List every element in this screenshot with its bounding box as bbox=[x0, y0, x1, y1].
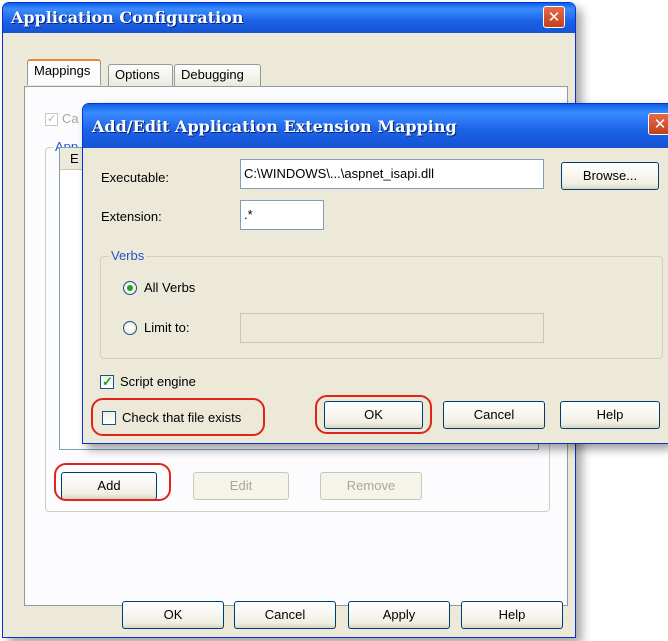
tab-options[interactable]: Options bbox=[108, 64, 173, 86]
apply-button[interactable]: Apply bbox=[348, 601, 450, 629]
dialog-help-button[interactable]: Help bbox=[560, 401, 660, 429]
limit-to-input[interactable] bbox=[240, 313, 544, 343]
remove-button[interactable]: Remove bbox=[320, 472, 422, 500]
cache-checkbox[interactable]: ✓ bbox=[45, 113, 58, 126]
executable-label: Executable: bbox=[101, 170, 169, 185]
add-edit-mapping-dialog: Add/Edit Application Extension Mapping ✕… bbox=[82, 103, 668, 444]
script-engine-checkbox[interactable]: ✓ bbox=[100, 374, 114, 389]
dialog-close-icon[interactable]: ✕ bbox=[648, 113, 668, 135]
edit-button[interactable]: Edit bbox=[193, 472, 289, 500]
limit-to-radio[interactable] bbox=[123, 321, 137, 335]
dialog-ok-button[interactable]: OK bbox=[324, 401, 423, 429]
tab-mappings[interactable]: Mappings bbox=[27, 59, 101, 85]
help-button[interactable]: Help bbox=[461, 601, 563, 629]
main-close-icon[interactable]: ✕ bbox=[543, 6, 565, 28]
cancel-button[interactable]: Cancel bbox=[234, 601, 336, 629]
script-engine-label: Script engine bbox=[120, 374, 196, 389]
all-verbs-label: All Verbs bbox=[144, 280, 196, 295]
extension-input[interactable]: .* bbox=[240, 200, 324, 230]
dialog-title-bar[interactable]: Add/Edit Application Extension Mapping ✕ bbox=[83, 104, 668, 148]
checkmark-icon: ✓ bbox=[102, 374, 113, 389]
column-header-extension[interactable]: E bbox=[70, 151, 79, 166]
limit-to-label: Limit to: bbox=[144, 320, 190, 335]
ok-button[interactable]: OK bbox=[122, 601, 224, 629]
dialog-cancel-button[interactable]: Cancel bbox=[443, 401, 545, 429]
dialog-title: Add/Edit Application Extension Mapping bbox=[92, 117, 457, 136]
tab-debugging[interactable]: Debugging bbox=[174, 64, 261, 86]
all-verbs-radio[interactable] bbox=[123, 281, 137, 295]
main-title-bar[interactable]: Application Configuration ✕ bbox=[3, 3, 575, 33]
browse-button[interactable]: Browse... bbox=[561, 162, 659, 190]
main-window-title: Application Configuration bbox=[11, 8, 244, 27]
check-file-highlight bbox=[91, 398, 265, 436]
extension-label: Extension: bbox=[101, 209, 162, 224]
executable-input[interactable]: C:\WINDOWS\...\aspnet_isapi.dll bbox=[240, 159, 544, 189]
verbs-group bbox=[100, 256, 663, 359]
add-button-highlight bbox=[54, 463, 171, 501]
verbs-legend: Verbs bbox=[109, 248, 147, 263]
cache-checkbox-label: Ca bbox=[62, 111, 79, 126]
